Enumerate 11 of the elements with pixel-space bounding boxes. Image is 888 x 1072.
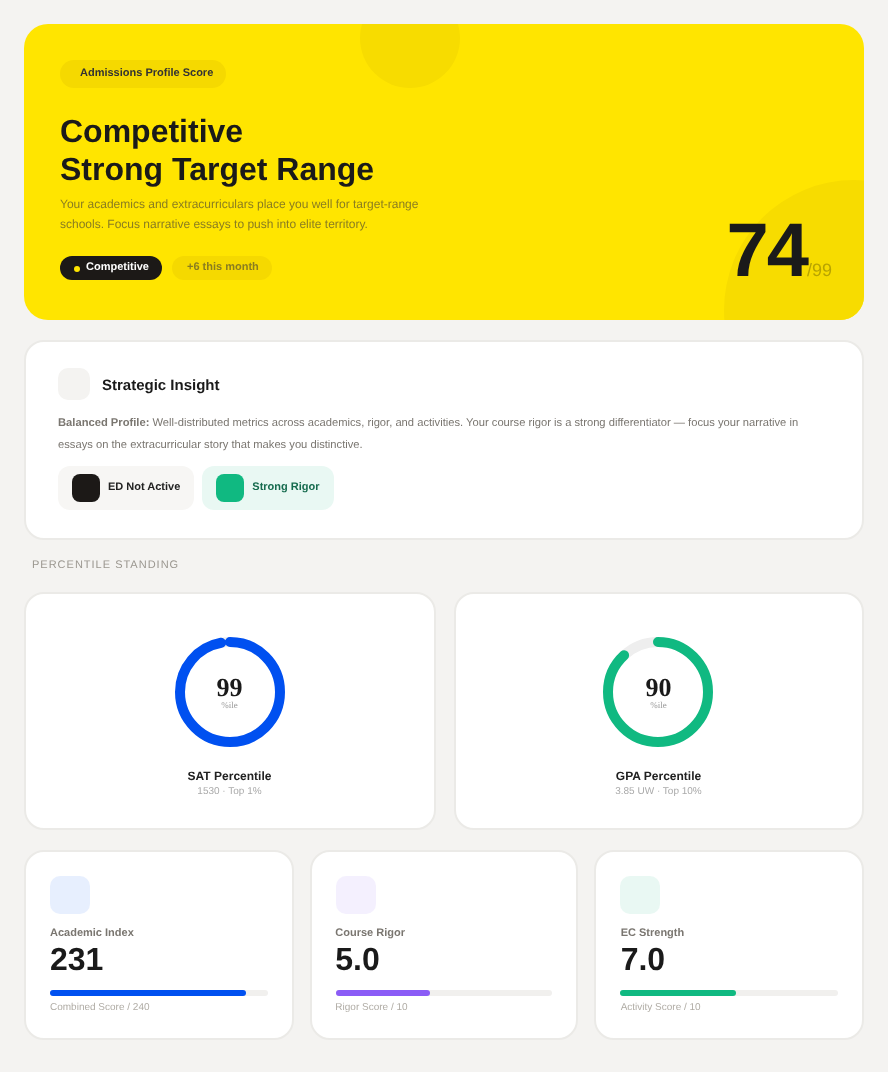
metric-value: 5.0 <box>335 944 380 981</box>
percentile-value: 99 <box>216 674 243 700</box>
icon-tile <box>50 876 90 915</box>
metric-value: 7.0 <box>620 944 666 981</box>
hero-title: Competitive <box>60 114 246 152</box>
score-value: 74 <box>726 214 807 290</box>
score-max: /99 <box>806 260 832 280</box>
dot-icon <box>74 265 80 271</box>
hero-title: Strong Target Range <box>60 152 375 190</box>
metric-value: 231 <box>50 944 104 981</box>
percentile-value: 90 <box>645 674 672 700</box>
